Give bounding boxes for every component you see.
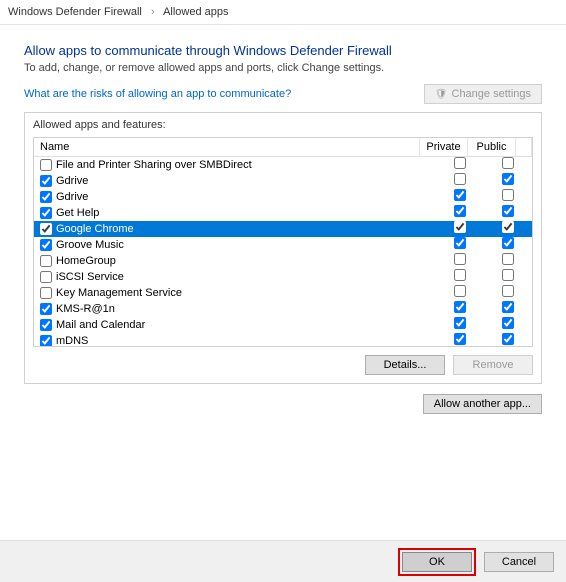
app-enabled-checkbox[interactable]: [40, 191, 52, 203]
app-name-label: Google Chrome: [56, 221, 134, 237]
table-row[interactable]: Google Chrome: [34, 221, 532, 237]
breadcrumb-parent[interactable]: Windows Defender Firewall: [8, 6, 142, 18]
chevron-right-icon: ›: [151, 6, 155, 18]
app-enabled-checkbox[interactable]: [40, 319, 52, 331]
app-enabled-checkbox[interactable]: [40, 207, 52, 219]
app-name-label: Get Help: [56, 205, 99, 221]
table-row[interactable]: mDNS: [34, 333, 532, 346]
public-checkbox[interactable]: [502, 317, 514, 329]
app-enabled-checkbox[interactable]: [40, 255, 52, 267]
private-checkbox[interactable]: [454, 253, 466, 265]
column-name[interactable]: Name: [34, 138, 420, 156]
table-row[interactable]: Key Management Service: [34, 285, 532, 301]
private-checkbox[interactable]: [454, 189, 466, 201]
public-checkbox[interactable]: [502, 173, 514, 185]
column-private[interactable]: Private: [420, 138, 468, 156]
table-row[interactable]: Gdrive: [34, 173, 532, 189]
app-enabled-checkbox[interactable]: [40, 239, 52, 251]
app-name-label: Gdrive: [56, 189, 88, 205]
table-row[interactable]: Get Help: [34, 205, 532, 221]
public-checkbox[interactable]: [502, 205, 514, 217]
page-title: Allow apps to communicate through Window…: [24, 43, 542, 58]
app-name-label: iSCSI Service: [56, 269, 124, 285]
table-header: Name Private Public: [34, 138, 532, 157]
private-checkbox[interactable]: [454, 285, 466, 297]
public-checkbox[interactable]: [502, 237, 514, 249]
table-row[interactable]: Gdrive: [34, 189, 532, 205]
table-row[interactable]: Groove Music: [34, 237, 532, 253]
private-checkbox[interactable]: [454, 333, 466, 345]
public-checkbox[interactable]: [502, 269, 514, 281]
private-checkbox[interactable]: [454, 237, 466, 249]
table-row[interactable]: KMS-R@1n: [34, 301, 532, 317]
table-row[interactable]: iSCSI Service: [34, 269, 532, 285]
cancel-button[interactable]: Cancel: [484, 552, 554, 572]
table-row[interactable]: HomeGroup: [34, 253, 532, 269]
app-name-label: Gdrive: [56, 173, 88, 189]
change-settings-button[interactable]: Change settings: [424, 84, 542, 104]
private-checkbox[interactable]: [454, 173, 466, 185]
app-enabled-checkbox[interactable]: [40, 335, 52, 346]
table-row[interactable]: File and Printer Sharing over SMBDirect: [34, 157, 532, 173]
page-subtext: To add, change, or remove allowed apps a…: [24, 62, 542, 74]
app-name-label: mDNS: [56, 333, 88, 346]
public-checkbox[interactable]: [502, 301, 514, 313]
details-button[interactable]: Details...: [365, 355, 445, 375]
app-name-label: File and Printer Sharing over SMBDirect: [56, 157, 252, 173]
app-name-label: Groove Music: [56, 237, 124, 253]
apps-table: Name Private Public File and Printer Sha…: [33, 137, 533, 347]
scrollbar-header: [516, 138, 532, 156]
app-enabled-checkbox[interactable]: [40, 175, 52, 187]
ok-button[interactable]: OK: [402, 552, 472, 572]
dialog-footer: OK Cancel: [0, 540, 566, 582]
public-checkbox[interactable]: [502, 285, 514, 297]
public-checkbox[interactable]: [502, 253, 514, 265]
ok-highlight: OK: [398, 548, 476, 576]
allowed-apps-group: Allowed apps and features: Name Private …: [24, 112, 542, 384]
private-checkbox[interactable]: [454, 301, 466, 313]
risk-link[interactable]: What are the risks of allowing an app to…: [24, 88, 291, 100]
private-checkbox[interactable]: [454, 205, 466, 217]
app-enabled-checkbox[interactable]: [40, 159, 52, 171]
app-enabled-checkbox[interactable]: [40, 223, 52, 235]
private-checkbox[interactable]: [454, 317, 466, 329]
breadcrumb-current: Allowed apps: [163, 6, 228, 18]
app-name-label: Mail and Calendar: [56, 317, 145, 333]
column-public[interactable]: Public: [468, 138, 516, 156]
app-name-label: HomeGroup: [56, 253, 116, 269]
app-enabled-checkbox[interactable]: [40, 287, 52, 299]
table-body[interactable]: File and Printer Sharing over SMBDirectG…: [34, 157, 532, 346]
private-checkbox[interactable]: [454, 269, 466, 281]
allow-another-app-button[interactable]: Allow another app...: [423, 394, 542, 414]
app-enabled-checkbox[interactable]: [40, 271, 52, 283]
table-row[interactable]: Mail and Calendar: [34, 317, 532, 333]
public-checkbox[interactable]: [502, 189, 514, 201]
public-checkbox[interactable]: [502, 333, 514, 345]
app-enabled-checkbox[interactable]: [40, 303, 52, 315]
remove-button[interactable]: Remove: [453, 355, 533, 375]
private-checkbox[interactable]: [454, 221, 466, 233]
public-checkbox[interactable]: [502, 157, 514, 169]
public-checkbox[interactable]: [502, 221, 514, 233]
group-label: Allowed apps and features:: [33, 119, 533, 131]
app-name-label: Key Management Service: [56, 285, 182, 301]
app-name-label: KMS-R@1n: [56, 301, 115, 317]
breadcrumb: Windows Defender Firewall › Allowed apps: [0, 0, 566, 25]
private-checkbox[interactable]: [454, 157, 466, 169]
